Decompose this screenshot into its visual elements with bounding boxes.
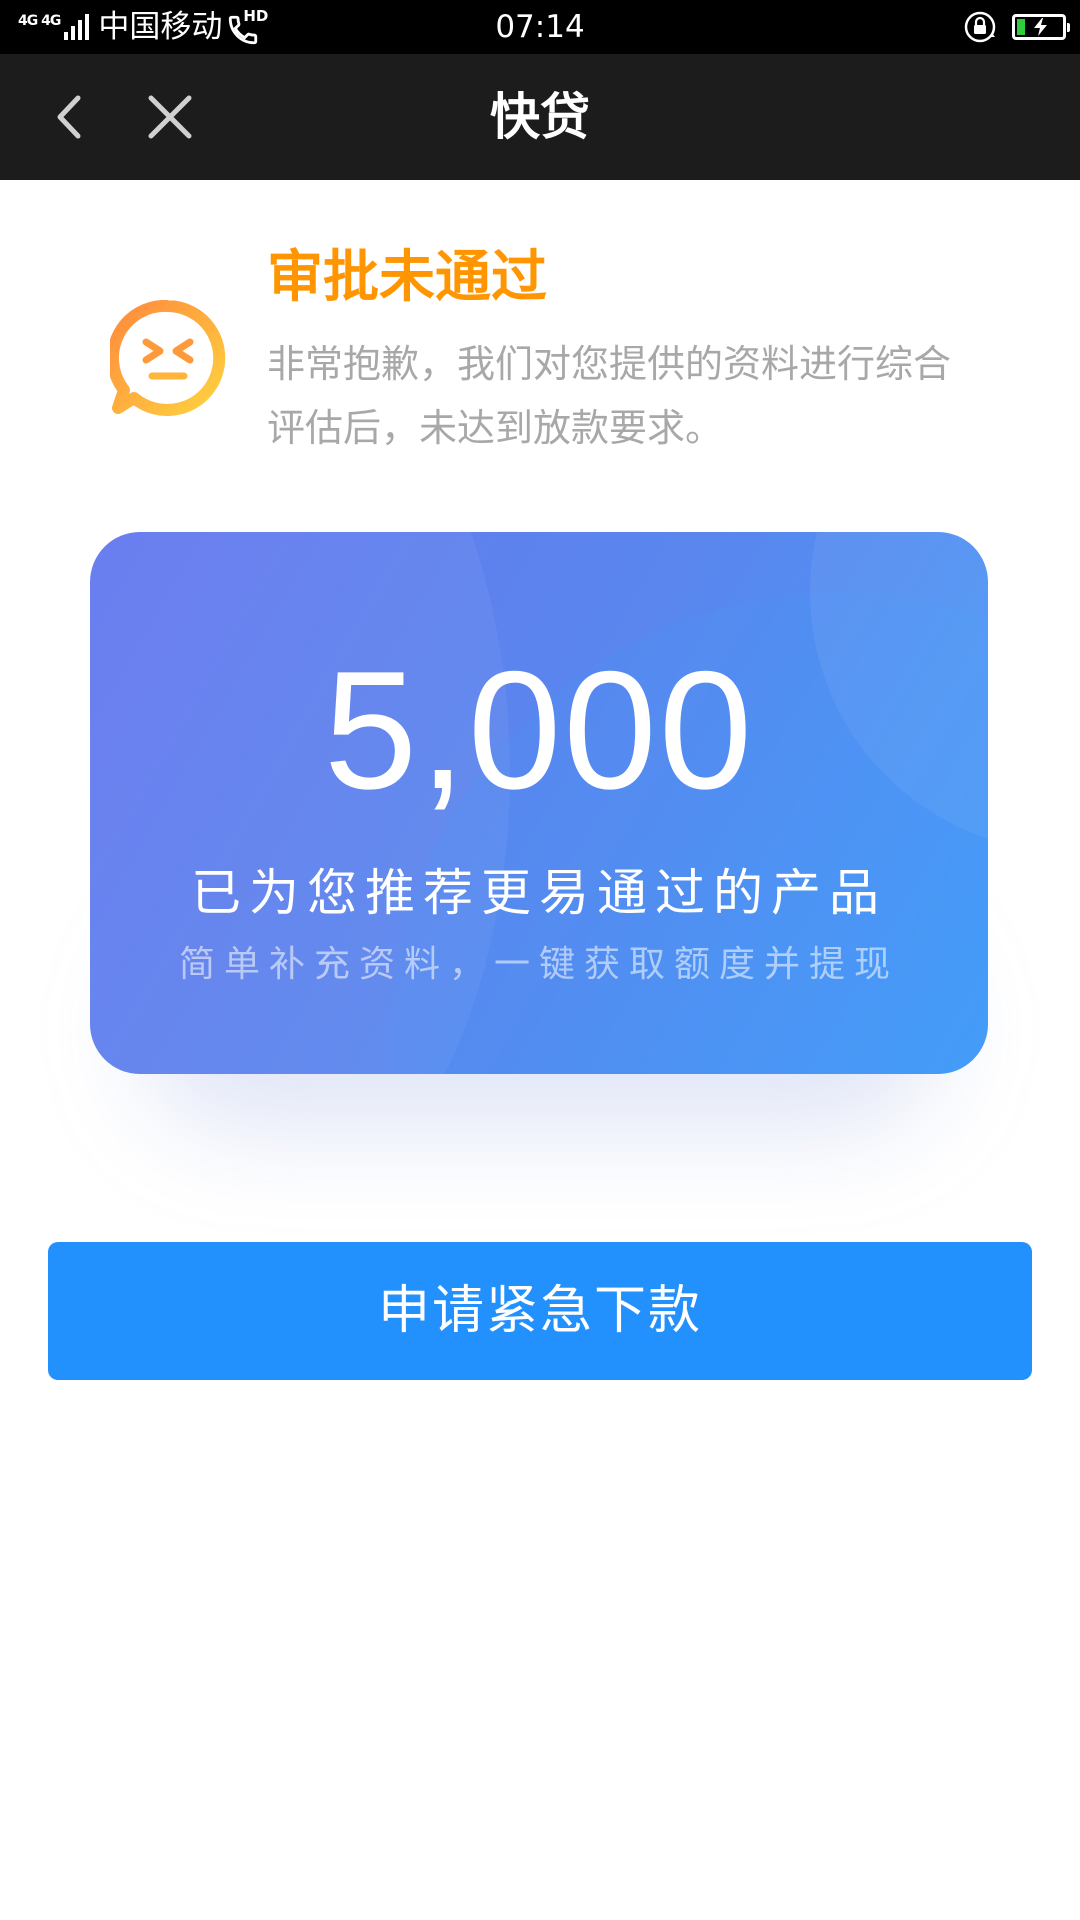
status-bar: 4G 4G 中国移动 HD 07:14 — [0, 0, 1080, 54]
card-subline: 简单补充资料，一键获取额度并提现 — [178, 944, 899, 985]
result-description: 非常抱歉，我们对您提供的资料进行综合评估后，未达到放款要求。 — [267, 342, 952, 450]
result-title: 审批未通过 — [267, 245, 547, 310]
recommendation-card[interactable]: 5,000 已为您推荐更易通过的产品 简单补充资料，一键获取额度并提现 — [90, 532, 988, 1074]
sad-face-icon — [110, 300, 226, 416]
status-bar-right — [962, 0, 1070, 54]
credit-amount: 5,000 — [323, 636, 755, 824]
title-bar: 快贷 — [0, 54, 1080, 180]
rotation-lock-icon — [964, 11, 996, 43]
battery-charging-icon — [1012, 14, 1070, 40]
clock: 07:14 — [495, 9, 585, 45]
apply-urgent-loan-button[interactable]: 申请紧急下款 — [48, 1242, 1032, 1380]
page-title: 快贷 — [490, 88, 590, 146]
card-headline: 已为您推荐更易通过的产品 — [191, 864, 887, 922]
charging-bolt-icon — [1034, 18, 1047, 36]
battery-level — [1017, 19, 1025, 35]
